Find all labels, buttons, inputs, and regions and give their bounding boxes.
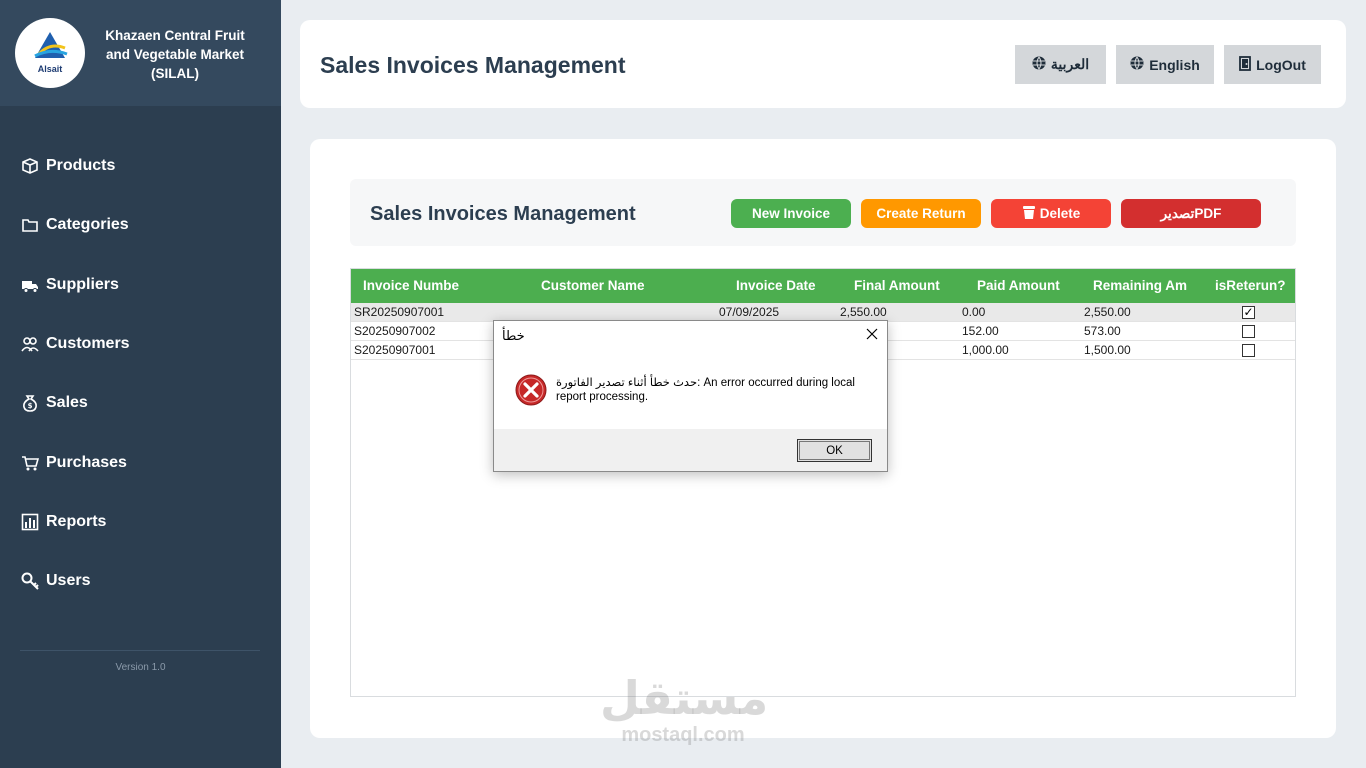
sidebar-item-suppliers[interactable]: Suppliers — [20, 270, 119, 300]
company-logo: Alsait — [15, 18, 85, 88]
column-header-invoice-number[interactable]: Invoice Numbe — [363, 269, 462, 303]
sidebar-item-label: Customers — [46, 335, 130, 352]
sidebar-item-label: Users — [46, 572, 91, 589]
english-language-button[interactable]: English — [1116, 45, 1214, 84]
cell-invoice-number: S20250907001 — [354, 343, 436, 357]
ok-button[interactable]: OK — [797, 439, 872, 462]
trash-icon — [1022, 205, 1036, 223]
sidebar-item-label: Categories — [46, 216, 129, 233]
cell-remaining-amount: 1,500.00 — [1084, 343, 1131, 357]
sidebar-item-label: Suppliers — [46, 276, 119, 293]
version-label: Version 1.0 — [115, 662, 166, 673]
door-icon — [1239, 55, 1252, 74]
sidebar-item-customers[interactable]: Customers — [20, 329, 130, 359]
error-dialog: خطأ حدث خطأ أثناء تصدير الفاتورة: An err… — [493, 320, 888, 472]
delete-label: Delete — [1039, 206, 1081, 221]
page-title: Sales Invoices Management — [320, 52, 626, 78]
globe-icon — [1032, 56, 1046, 73]
chart-icon — [20, 512, 40, 532]
sidebar-item-label: Purchases — [46, 454, 127, 471]
money-bag-icon: $ — [20, 393, 40, 413]
arabic-language-button[interactable]: العربية — [1015, 45, 1106, 84]
svg-text:$: $ — [28, 402, 33, 410]
column-header-invoice-date[interactable]: Invoice Date — [736, 269, 836, 303]
watermark-arabic: مستقل — [600, 671, 769, 725]
users-icon — [20, 334, 40, 354]
is-return-checkbox[interactable] — [1242, 344, 1255, 357]
folder-icon — [20, 215, 40, 235]
section-title: Sales Invoices Management — [370, 203, 636, 225]
column-header-customer-name[interactable]: Customer Name — [541, 269, 671, 303]
sidebar-item-label: Sales — [46, 394, 88, 411]
table-header: Invoice Numbe Customer Name Invoice Date… — [351, 269, 1295, 303]
cart-icon — [20, 453, 40, 473]
new-invoice-button[interactable]: New Invoice — [731, 199, 851, 228]
invoice-toolbar: Sales Invoices Management New Invoice Cr… — [350, 179, 1296, 246]
error-icon — [515, 374, 547, 406]
sidebar-item-reports[interactable]: Reports — [20, 507, 106, 537]
watermark-latin: mostaql.com — [621, 724, 745, 746]
dialog-message: حدث خطأ أثناء تصدير الفاتورة: An error o… — [556, 377, 855, 403]
watermark: مستقل mostaql.com — [600, 671, 769, 746]
sidebar: Alsait Khazaen Central Fruit and Vegetab… — [0, 0, 281, 768]
globe-icon — [1130, 56, 1144, 73]
sidebar-item-sales[interactable]: $ Sales — [20, 388, 88, 418]
dialog-footer: OK — [494, 429, 887, 471]
top-header: Sales Invoices Management العربية Englis… — [300, 20, 1346, 108]
logout-button[interactable]: LogOut — [1224, 45, 1321, 84]
is-return-checkbox[interactable]: ✓ — [1242, 306, 1255, 319]
cell-invoice-number: S20250907002 — [354, 324, 436, 338]
organization-name: Khazaen Central Fruit and Vegetable Mark… — [105, 28, 245, 81]
column-header-remaining-amount[interactable]: Remaining Am — [1093, 269, 1191, 303]
cell-paid-amount: 0.00 — [962, 305, 986, 319]
is-return-checkbox[interactable] — [1242, 325, 1255, 338]
box-icon — [20, 156, 40, 176]
cell-remaining-amount: 2,550.00 — [1084, 305, 1131, 319]
sidebar-item-users[interactable]: Users — [20, 566, 90, 596]
create-return-button[interactable]: Create Return — [861, 199, 981, 228]
export-pdf-button[interactable]: تصديرPDF — [1121, 199, 1261, 228]
close-icon[interactable] — [865, 327, 879, 341]
column-header-paid-amount[interactable]: Paid Amount — [977, 269, 1077, 303]
column-header-final-amount[interactable]: Final Amount — [854, 269, 954, 303]
key-icon — [20, 571, 40, 591]
cell-paid-amount: 152.00 — [962, 324, 999, 338]
delete-button[interactable]: Delete — [991, 199, 1111, 228]
column-header-is-return[interactable]: isReterun? — [1215, 269, 1293, 303]
sidebar-item-categories[interactable]: Categories — [20, 210, 129, 240]
sidebar-item-label: Reports — [46, 513, 107, 530]
sidebar-divider — [20, 650, 260, 651]
sidebar-header: Alsait Khazaen Central Fruit and Vegetab… — [0, 0, 281, 106]
cell-paid-amount: 1,000.00 — [962, 343, 1009, 357]
sidebar-item-purchases[interactable]: Purchases — [20, 448, 127, 478]
sidebar-item-label: Products — [46, 157, 116, 174]
dialog-title: خطأ — [502, 328, 525, 343]
english-label: English — [1149, 56, 1200, 73]
logout-label: LogOut — [1256, 56, 1306, 73]
logo-text: Alsait — [37, 64, 63, 74]
truck-icon — [20, 275, 40, 295]
arabic-label: العربية — [1050, 56, 1090, 72]
sidebar-item-products[interactable]: Products — [20, 151, 115, 181]
cell-invoice-number: SR20250907001 — [354, 305, 445, 319]
cell-remaining-amount: 573.00 — [1084, 324, 1121, 338]
